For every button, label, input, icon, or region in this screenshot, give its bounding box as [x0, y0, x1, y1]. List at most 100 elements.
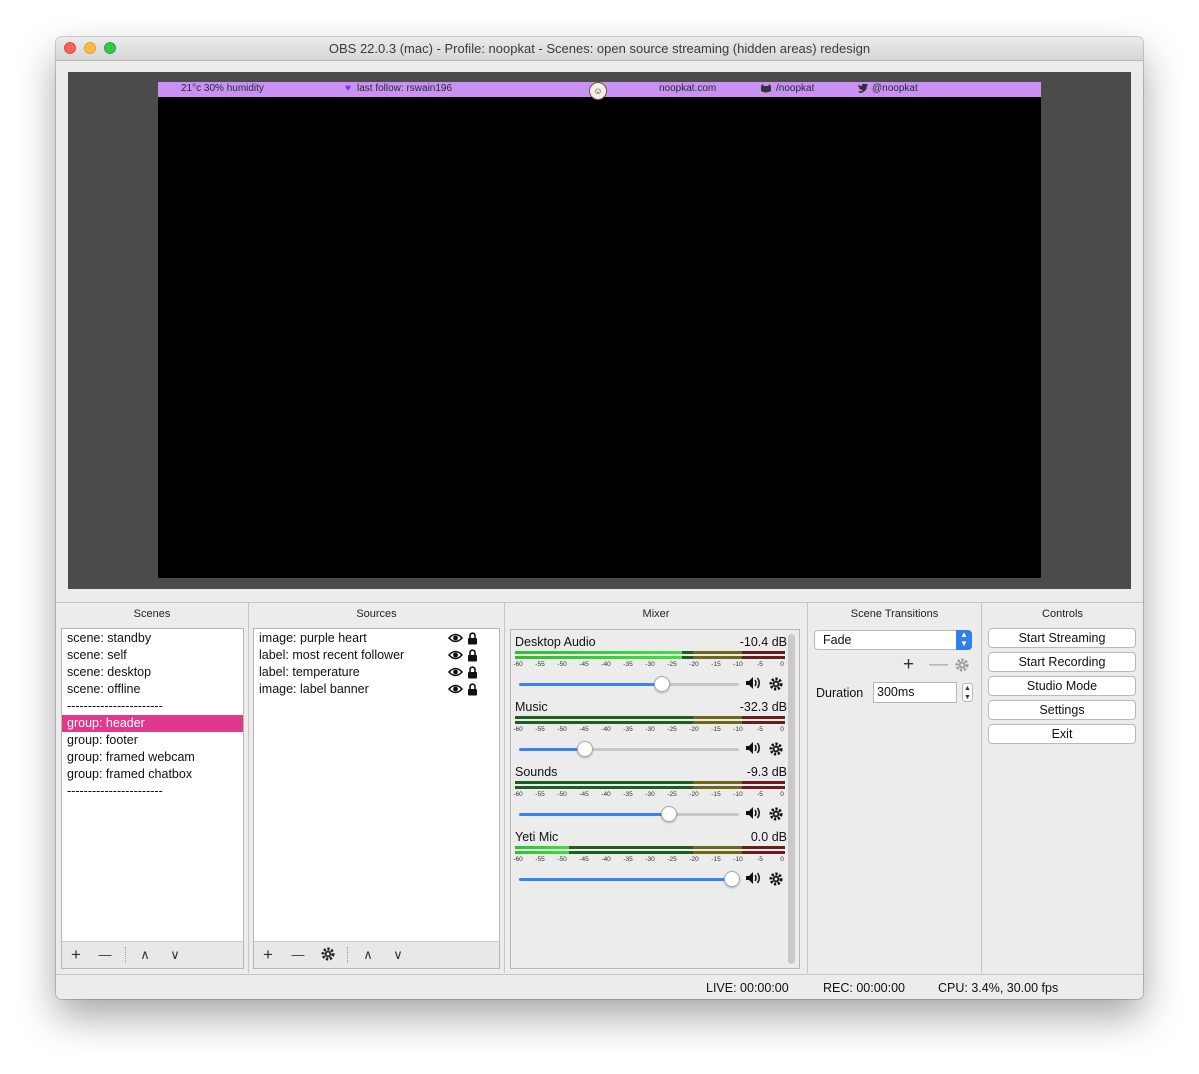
channel-name: Music [515, 700, 548, 714]
volume-slider[interactable] [519, 676, 739, 692]
visibility-eye-icon[interactable] [447, 666, 464, 679]
channel-db: -10.4 dB [739, 635, 787, 649]
volume-slider-fill [519, 813, 669, 816]
visibility-eye-icon[interactable] [447, 632, 464, 645]
volume-slider-knob[interactable] [577, 741, 593, 757]
speaker-icon[interactable] [745, 676, 761, 692]
volume-slider[interactable] [519, 741, 739, 757]
volume-slider[interactable] [519, 806, 739, 822]
scene-item[interactable]: scene: offline [62, 681, 243, 698]
sources-title: Sources [356, 608, 397, 620]
scale-label: -35 [623, 791, 633, 798]
scale-label: -35 [623, 856, 633, 863]
add-scene-button[interactable]: + [66, 946, 86, 964]
source-item[interactable]: image: purple heart [254, 630, 499, 647]
move-scene-down-button[interactable]: ∨ [165, 946, 185, 964]
lock-icon[interactable] [467, 632, 481, 645]
add-transition-button[interactable]: + [903, 654, 914, 676]
scenes-dock: Scenes scene: standby scene: self scene: d… [56, 602, 249, 973]
sources-dock: Sources image: purple heart label: most r… [249, 602, 505, 973]
volume-slider-knob[interactable] [724, 871, 741, 887]
scale-label: -15 [711, 791, 721, 798]
controls-dock: Controls Start Streaming Start Recording… [982, 602, 1143, 973]
scene-item[interactable]: group: framed chatbox [62, 766, 243, 783]
source-properties-gear-icon[interactable] [318, 946, 338, 964]
scene-item[interactable]: group: footer [62, 732, 243, 749]
controls-title: Controls [1042, 608, 1083, 620]
scene-item[interactable]: scene: self [62, 647, 243, 664]
channel-gear-icon[interactable] [768, 871, 784, 887]
scale-label: -45 [579, 856, 589, 863]
studio-mode-button[interactable]: Studio Mode [988, 676, 1136, 696]
scene-item[interactable]: ----------------------- [62, 783, 243, 800]
meter-scale: -60 -55 -50 -45 -40 -35 -30 -25 -20 -15 -10 -5 0 [513, 783, 785, 798]
mixer-scrollbar[interactable] [788, 634, 795, 964]
scale-label: -5 [757, 726, 763, 733]
visibility-eye-icon[interactable] [447, 649, 464, 662]
move-source-up-button[interactable]: ∧ [358, 946, 378, 964]
exit-button[interactable]: Exit [988, 724, 1136, 744]
duration-input[interactable]: 300ms [873, 682, 957, 703]
mixer-channel: Yeti Mic 0.0 dB -60 -55 -50 -45 -40 -35 -30 -25 -2… [513, 830, 787, 890]
move-source-down-button[interactable]: ∨ [388, 946, 408, 964]
channel-gear-icon[interactable] [768, 741, 784, 757]
rec-timer: REC: 00:00:00 [823, 981, 905, 995]
scale-label: -25 [667, 726, 677, 733]
scale-label: 0 [780, 726, 784, 733]
scale-label: -5 [757, 791, 763, 798]
scene-item[interactable]: ----------------------- [62, 698, 243, 715]
scale-label: -10 [733, 791, 743, 798]
scale-label: -40 [601, 856, 611, 863]
remove-source-button[interactable]: — [288, 946, 308, 964]
scene-item[interactable]: group: framed webcam [62, 749, 243, 766]
preview-canvas[interactable]: 21°c 30% humidity ♥ last follow: rswain1… [158, 82, 1041, 578]
add-source-button[interactable]: + [258, 946, 278, 964]
preview-area[interactable]: 21°c 30% humidity ♥ last follow: rswain1… [68, 72, 1131, 589]
speaker-icon[interactable] [745, 871, 761, 887]
meter-scale: -60 -55 -50 -45 -40 -35 -30 -25 -20 -15 -10 -5 0 [513, 653, 785, 668]
transition-gear-icon[interactable] [954, 657, 970, 679]
scene-item[interactable]: scene: desktop [62, 664, 243, 681]
speaker-icon[interactable] [745, 741, 761, 757]
lock-icon[interactable] [467, 683, 481, 696]
lock-icon[interactable] [467, 666, 481, 679]
speaker-icon[interactable] [745, 806, 761, 822]
settings-button[interactable]: Settings [988, 700, 1136, 720]
remove-transition-button[interactable]: — [929, 654, 948, 676]
move-scene-up-button[interactable]: ∧ [135, 946, 155, 964]
transition-select[interactable]: Fade ▲ ▼ [814, 630, 972, 650]
source-item[interactable]: label: temperature [254, 664, 499, 681]
lock-icon[interactable] [467, 649, 481, 662]
start-recording-button[interactable]: Start Recording [988, 652, 1136, 672]
volume-slider-knob[interactable] [660, 806, 677, 822]
scale-label: -60 [513, 791, 523, 798]
sources-list[interactable]: image: purple heart label: most recent fo… [253, 628, 500, 969]
source-item[interactable]: image: label banner [254, 681, 499, 698]
scenes-title: Scenes [133, 608, 171, 620]
scenes-toolbar: + — ∧ ∨ [62, 941, 243, 968]
scale-label: -25 [667, 856, 677, 863]
duration-stepper[interactable]: ▲ ▼ [962, 683, 973, 702]
scale-label: -35 [623, 661, 633, 668]
remove-scene-button[interactable]: — [95, 946, 115, 964]
title-bar[interactable]: OBS 22.0.3 (mac) - Profile: noopkat - Sc… [56, 37, 1143, 61]
channel-gear-icon[interactable] [768, 806, 784, 822]
scene-item[interactable]: scene: standby [62, 630, 243, 647]
obs-window: OBS 22.0.3 (mac) - Profile: noopkat - Sc… [56, 37, 1143, 999]
channel-db: 0.0 dB [750, 830, 787, 844]
scene-item[interactable]: group: header [62, 715, 243, 732]
scale-label: -25 [667, 791, 677, 798]
volume-slider-knob[interactable] [654, 676, 670, 692]
start-streaming-button[interactable]: Start Streaming [988, 628, 1136, 648]
scale-label: -15 [711, 661, 721, 668]
scenes-list[interactable]: scene: standby scene: self scene: desktop s… [61, 628, 244, 969]
scale-label: -55 [535, 856, 545, 863]
source-item[interactable]: label: most recent follower [254, 647, 499, 664]
visibility-eye-icon[interactable] [447, 683, 464, 696]
scale-label: -10 [733, 726, 743, 733]
scale-label: -20 [689, 661, 699, 668]
channel-gear-icon[interactable] [768, 676, 784, 692]
scale-label: -10 [733, 856, 743, 863]
channel-name: Sounds [515, 765, 558, 779]
volume-slider[interactable] [519, 871, 741, 887]
